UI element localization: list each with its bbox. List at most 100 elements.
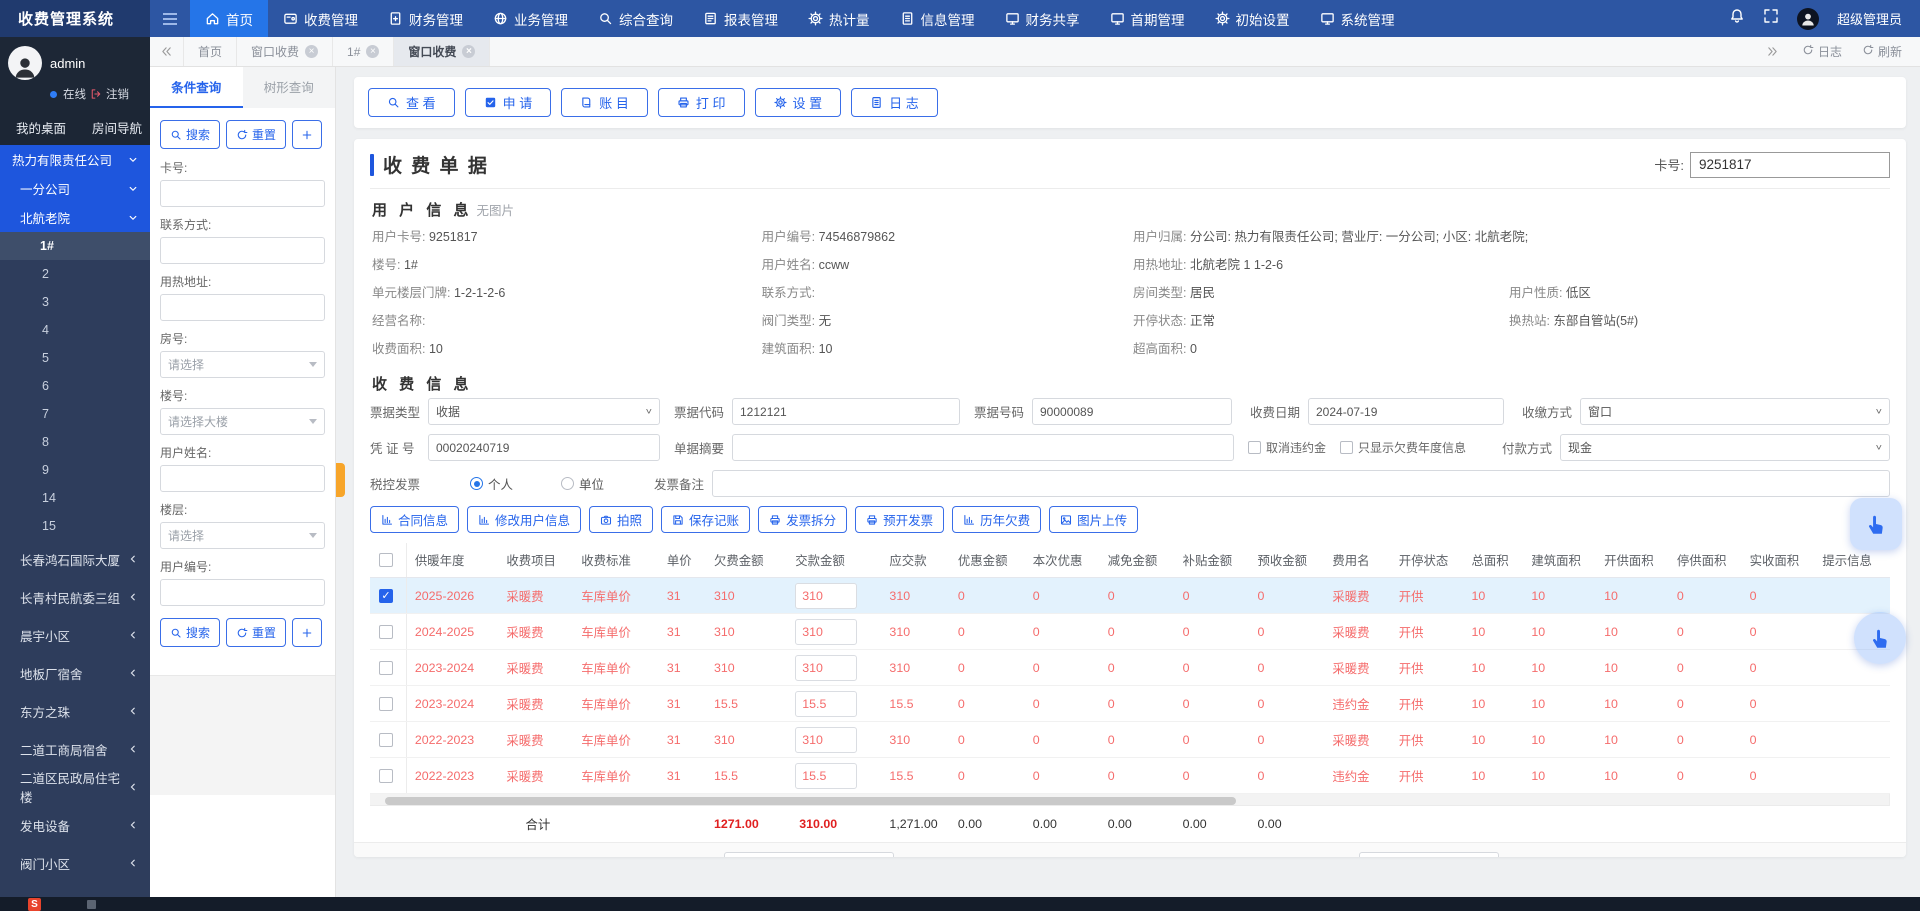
logout-link[interactable]: 注销: [106, 86, 129, 102]
bell-icon[interactable]: [1729, 8, 1745, 29]
table-row[interactable]: ✓2025-2026采暖费车库单价3131031000000采暖费开供10101…: [370, 578, 1890, 614]
search-button[interactable]: 搜索: [160, 120, 220, 149]
add-button[interactable]: [292, 618, 322, 647]
action-button-合同信息[interactable]: 合同信息: [370, 506, 459, 533]
search-button[interactable]: 搜索: [160, 618, 220, 647]
tree-item[interactable]: 晨宇小区: [0, 616, 150, 654]
table-row[interactable]: 2023-2024采暖费车库单价3115.515.500000违约金开供1010…: [370, 686, 1890, 722]
card-no-input[interactable]: [1690, 152, 1890, 178]
query-select[interactable]: 请选择: [160, 522, 325, 549]
nav-item-报表管理[interactable]: 报表管理: [688, 0, 793, 37]
row-checkbox[interactable]: [379, 769, 393, 783]
page-tab-1#[interactable]: 1#×: [333, 37, 394, 66]
action-button-图片上传[interactable]: 图片上传: [1049, 506, 1138, 533]
nav-item-财务共享[interactable]: 财务共享: [990, 0, 1095, 37]
tree-item[interactable]: 5: [0, 344, 150, 372]
toolbar-button-查看[interactable]: 查 看: [368, 88, 455, 117]
tree-item[interactable]: 6: [0, 372, 150, 400]
query-select[interactable]: 请选择大楼: [160, 408, 325, 435]
toolbar-button-日志[interactable]: 日 志: [851, 88, 938, 117]
tree-item[interactable]: 阀门小区: [0, 844, 150, 882]
nav-item-首页[interactable]: 首页: [190, 0, 268, 37]
nav-item-综合查询[interactable]: 综合查询: [583, 0, 688, 37]
action-button-发票拆分[interactable]: 发票拆分: [758, 506, 847, 533]
panel-expand-handle[interactable]: [336, 463, 345, 497]
select-all-checkbox[interactable]: [379, 553, 393, 567]
table-row[interactable]: 2023-2024采暖费车库单价3131031000000采暖费开供101010…: [370, 650, 1890, 686]
pay-amount-input[interactable]: [795, 619, 857, 645]
query-tab-条件查询[interactable]: 条件查询: [150, 67, 243, 108]
summary-input[interactable]: [732, 434, 1234, 461]
receipt-code-input[interactable]: [732, 398, 960, 425]
page-tab-首页[interactable]: 首页: [184, 37, 237, 66]
row-checkbox[interactable]: [379, 733, 393, 747]
row-checkbox[interactable]: [379, 697, 393, 711]
close-icon[interactable]: ×: [305, 45, 318, 58]
personal-radio[interactable]: 个人: [470, 474, 513, 493]
only-arrears-checkbox[interactable]: 只显示欠费年度信息: [1340, 439, 1466, 456]
query-tab-树形查询[interactable]: 树形查询: [243, 67, 336, 108]
pay-amount-input[interactable]: [795, 691, 857, 717]
toolbar-button-申请[interactable]: 申 请: [465, 88, 552, 117]
table-row[interactable]: 2022-2023采暖费车库单价3115.515.500000违约金开供1010…: [370, 758, 1890, 794]
close-icon[interactable]: ×: [462, 45, 475, 58]
tabs-scroll-left-icon[interactable]: [150, 37, 184, 66]
tree-item[interactable]: 1#: [0, 232, 150, 260]
query-input[interactable]: [160, 294, 325, 321]
query-input[interactable]: [160, 579, 325, 606]
pay-amount-input[interactable]: [795, 655, 857, 681]
tree-item[interactable]: 3: [0, 288, 150, 316]
action-button-保存记账[interactable]: 保存记账: [661, 506, 750, 533]
query-input[interactable]: [160, 465, 325, 492]
drag-hand-button[interactable]: [1850, 498, 1902, 550]
scrollbar-thumb[interactable]: [385, 797, 1236, 805]
tree-item[interactable]: 8: [0, 428, 150, 456]
user-role-label[interactable]: 超级管理员: [1837, 9, 1902, 28]
voucher-no-input[interactable]: [428, 434, 660, 461]
action-button-修改用户信息[interactable]: 修改用户信息: [467, 506, 581, 533]
row-checkbox[interactable]: [379, 625, 393, 639]
tree-item[interactable]: 二道区民政局住宅楼: [0, 768, 150, 806]
tree-item[interactable]: 北航老院: [0, 203, 150, 232]
taskbar-app-icon[interactable]: S: [28, 898, 41, 911]
toolbar-button-账目[interactable]: 账 目: [561, 88, 648, 117]
pay-method-select[interactable]: 现金˅: [1560, 434, 1890, 461]
log-action[interactable]: 日志: [1794, 43, 1850, 60]
tree-item[interactable]: 2: [0, 260, 150, 288]
tree-item[interactable]: 15: [0, 512, 150, 540]
action-button-预开发票[interactable]: 预开发票: [855, 506, 944, 533]
pay-amount-input[interactable]: [795, 583, 857, 609]
tree-item[interactable]: 9: [0, 456, 150, 484]
receipt-type-select[interactable]: 收据˅: [428, 398, 660, 425]
query-input[interactable]: [160, 237, 325, 264]
tree-item[interactable]: 长青村民航委三组: [0, 578, 150, 616]
company-radio[interactable]: 单位: [561, 474, 604, 493]
nav-item-财务管理[interactable]: 财务管理: [373, 0, 478, 37]
tree-item[interactable]: 东方之珠: [0, 692, 150, 730]
reset-button[interactable]: 重置: [226, 618, 286, 647]
sidebar-tab-我的桌面[interactable]: 我的桌面: [16, 118, 66, 137]
invoice-note-input[interactable]: [712, 470, 1890, 497]
change-input[interactable]: [1359, 852, 1499, 857]
nav-item-初始设置[interactable]: 初始设置: [1200, 0, 1305, 37]
tree-item[interactable]: 热力有限责任公司: [0, 145, 150, 174]
pay-amount-input[interactable]: [795, 727, 857, 753]
nav-item-业务管理[interactable]: 业务管理: [478, 0, 583, 37]
logout-icon[interactable]: [90, 88, 102, 100]
refresh-action[interactable]: 刷新: [1854, 43, 1910, 60]
nav-item-收费管理[interactable]: 收费管理: [268, 0, 373, 37]
action-button-历年欠费[interactable]: 历年欠费: [952, 506, 1041, 533]
add-button[interactable]: [292, 120, 322, 149]
nav-item-系统管理[interactable]: 系统管理: [1305, 0, 1410, 37]
menu-toggle-icon[interactable]: [150, 0, 190, 37]
tree-item[interactable]: 发电设备: [0, 806, 150, 844]
nav-item-信息管理[interactable]: 信息管理: [885, 0, 990, 37]
toolbar-button-打印[interactable]: 打 印: [658, 88, 745, 117]
tree-item[interactable]: 14: [0, 484, 150, 512]
row-checkbox[interactable]: [379, 661, 393, 675]
query-input[interactable]: [160, 180, 325, 207]
fee-date-input[interactable]: [1308, 398, 1504, 425]
action-button-拍照[interactable]: 拍照: [589, 506, 653, 533]
row-checkbox[interactable]: ✓: [379, 589, 393, 603]
cancel-penalty-checkbox[interactable]: 取消违约金: [1248, 439, 1326, 456]
